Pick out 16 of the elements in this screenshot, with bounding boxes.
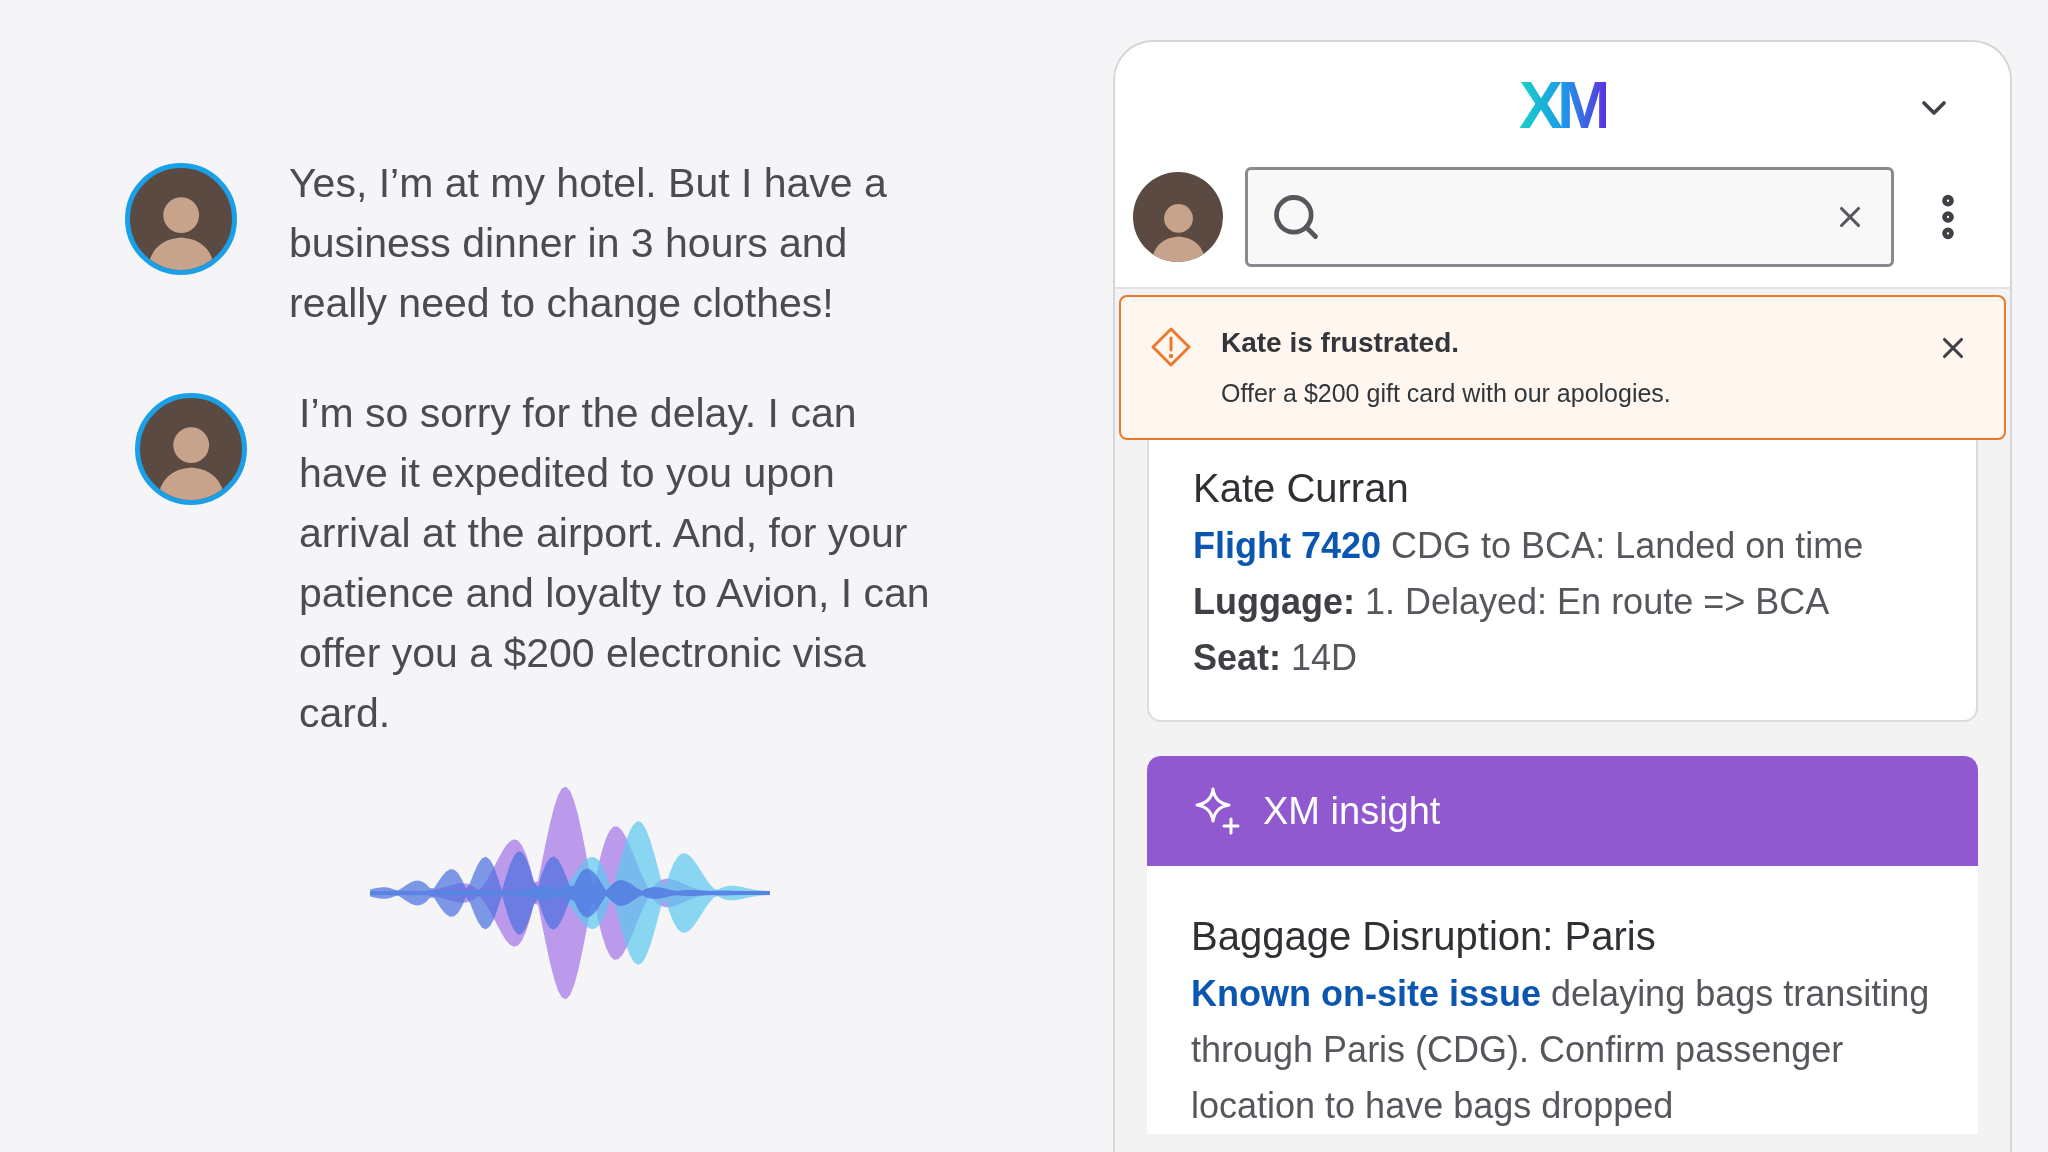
detail-line: Seat: 14D (1193, 636, 1359, 680)
issue-link[interactable]: Known on-site issue (1191, 973, 1542, 1014)
alert-message: Offer a $200 gift card with our apologies. (1221, 379, 1672, 408)
alert-title: Kate is frustrated. (1221, 327, 1461, 359)
warning-icon (1151, 327, 1191, 367)
detail-line: Luggage: 1. Delayed: En route => BCA (1193, 580, 1831, 624)
sparkle-icon (1195, 787, 1241, 835)
chat-message: I’m so sorry for the delay. I can have it expedited to you upon arrival at the airport. And, for your patience and loyalty to Avion, I can offer you a $200 electronic visa card. (299, 389, 931, 738)
search-field[interactable] (1245, 167, 1894, 267)
insight-title: Baggage Disruption: Paris (1191, 913, 1657, 960)
customer-name: Kate Curran (1193, 465, 1410, 512)
insight-label: XM insight (1263, 789, 1441, 833)
chat-message: Yes, I’m at my hotel. But I have a business dinner in 3 hours and really need to change clothes! (289, 159, 888, 328)
flight-link[interactable]: Flight 7420 (1193, 525, 1382, 566)
insight-text: Known on-site issue delaying bags transiting through Paris (CDG). Confirm passenger location to have bags dropped (1191, 972, 1931, 1128)
flight-info: Flight 7420 CDG to BCA: Landed on time (1193, 524, 1865, 568)
